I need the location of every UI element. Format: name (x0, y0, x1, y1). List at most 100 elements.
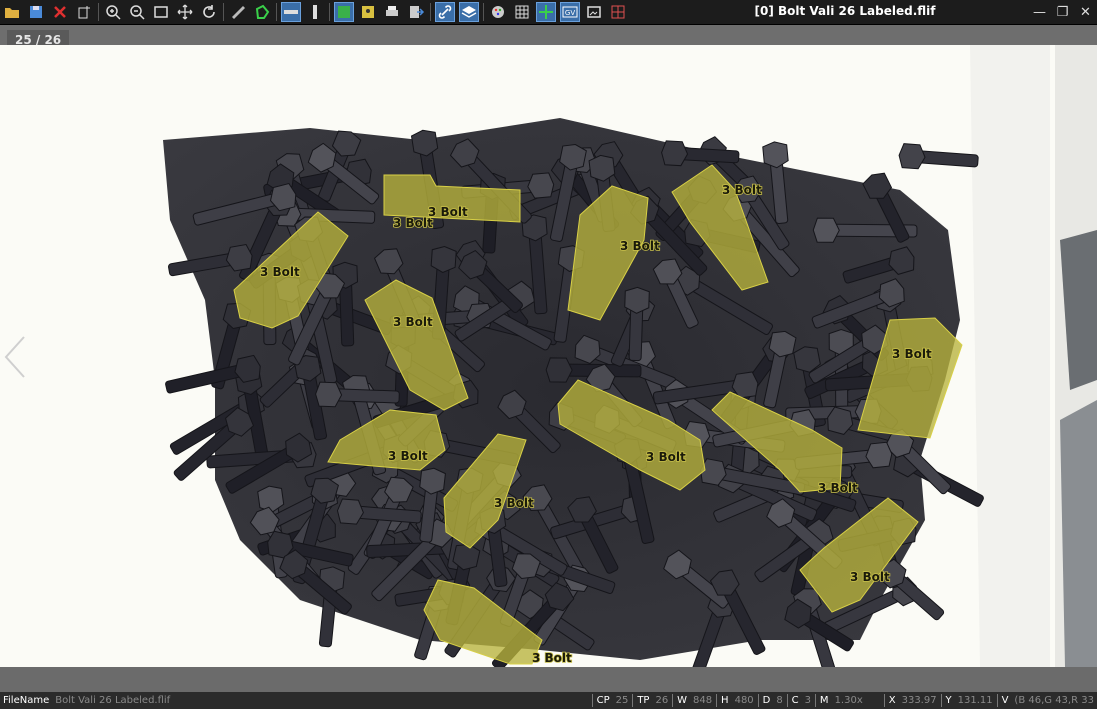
fit-window-button[interactable] (151, 2, 171, 22)
annotation-label: 3 Bolt (388, 449, 428, 463)
window-controls: — ❐ ✕ (1028, 0, 1097, 24)
horizontal-strip-icon (284, 10, 298, 14)
toolbar-separator (483, 3, 484, 21)
vertical-strip-button[interactable] (305, 2, 325, 22)
close-file-button[interactable] (50, 2, 70, 22)
x-value: 333.97 (901, 695, 937, 706)
ruler-button[interactable] (228, 2, 248, 22)
cp-label: CP (596, 695, 610, 706)
save-button[interactable] (26, 2, 46, 22)
width-value: 848 (693, 695, 713, 706)
value-label: V (1001, 695, 1009, 706)
target-grid-icon (611, 5, 625, 19)
annotation-label: 3 Bolt (892, 347, 932, 361)
viewer-footer (0, 667, 1097, 692)
vertical-strip-icon (313, 5, 317, 19)
photo-right-object (1060, 400, 1097, 667)
zoom-out-icon (130, 5, 145, 20)
image-view-button[interactable] (334, 2, 354, 22)
annotation-label: 3 Bolt (260, 265, 300, 279)
title-bar: GV [0] Bolt Vali 26 Labeled.flif — ❐ ✕ (0, 0, 1097, 25)
pixel-value: (B 46,G 43,R 33 (1014, 695, 1094, 706)
polygon-tool-icon (255, 4, 270, 19)
target-grid-button[interactable] (608, 2, 628, 22)
annotation-label: 3 Bolt (532, 651, 572, 665)
channels-label: C (791, 695, 799, 706)
filename-label: FileName (3, 695, 50, 706)
tp-value: 26 (655, 695, 669, 706)
toolbar: GV (2, 2, 632, 22)
image-canvas[interactable]: 3 Bolt 3 Bolt 3 Bolt 3 Bolt 3 Bolt 3 Bolt 3 Bo… (0, 45, 1097, 667)
map-marker-icon (362, 6, 374, 18)
tp-label: TP (637, 695, 650, 706)
gv-button[interactable]: GV (560, 2, 580, 22)
toolbar-separator (276, 3, 277, 21)
layers-icon (461, 6, 477, 18)
filename-value: Bolt Vali 26 Labeled.flif (55, 695, 171, 706)
layers-button[interactable] (459, 2, 479, 22)
annotation-label: 3 Bolt (393, 315, 433, 329)
svg-text:GV: GV (565, 9, 575, 17)
annotation-label: 3 Bolt (428, 205, 468, 219)
rotate-button[interactable] (199, 2, 219, 22)
open-folder-icon (5, 8, 19, 18)
grid-button[interactable] (512, 2, 532, 22)
screen-button[interactable] (584, 2, 604, 22)
screen-icon (587, 6, 601, 18)
previous-image-arrow-icon[interactable] (2, 335, 26, 379)
restore-button[interactable]: ❐ (1051, 0, 1074, 24)
grid-icon (515, 5, 529, 19)
annotation-label: 3 Bolt (850, 570, 890, 584)
y-label: Y (945, 695, 952, 706)
ruler-icon (232, 6, 245, 19)
toolbar-separator (329, 3, 330, 21)
info-bar (0, 25, 1097, 45)
polygon-tool-button[interactable] (252, 2, 272, 22)
cp-value: 25 (615, 695, 629, 706)
window-title: [0] Bolt Vali 26 Labeled.flif (754, 4, 936, 18)
pan-icon (177, 4, 193, 20)
annotation-label: 3 Bolt (722, 183, 762, 197)
close-button[interactable]: ✕ (1074, 0, 1097, 24)
channels-value: 3 (804, 695, 811, 706)
print-button[interactable] (382, 2, 402, 22)
horizontal-strip-button[interactable] (281, 2, 301, 22)
depth-value: 8 (776, 695, 783, 706)
depth-label: D (762, 695, 771, 706)
width-label: W (677, 695, 688, 706)
x-label: X (888, 695, 896, 706)
open-folder-button[interactable] (2, 2, 22, 22)
save-icon (30, 6, 42, 18)
palette-button[interactable] (488, 2, 508, 22)
gv-icon: GV (562, 6, 578, 18)
toolbar-separator (98, 3, 99, 21)
y-value: 131.11 (957, 695, 993, 706)
print-icon (386, 6, 398, 16)
status-bar: FileName Bolt Vali 26 Labeled.flif CP 25… (0, 692, 1097, 709)
export-button[interactable] (406, 2, 426, 22)
export-icon (410, 6, 425, 18)
palette-icon (492, 6, 504, 18)
zoom-in-icon (106, 5, 121, 20)
crosshair-button[interactable] (536, 2, 556, 22)
fit-window-icon (154, 6, 168, 18)
annotation-label: 3 Bolt (494, 496, 534, 510)
close-file-icon (54, 6, 66, 18)
pan-button[interactable] (175, 2, 195, 22)
rotate-page-icon (78, 6, 90, 19)
map-marker-button[interactable] (358, 2, 378, 22)
minimize-button[interactable]: — (1028, 0, 1051, 24)
annotation-label: 3 Bolt (818, 481, 858, 495)
zoom-out-button[interactable] (127, 2, 147, 22)
zoom-in-button[interactable] (103, 2, 123, 22)
photo-edge (970, 45, 1050, 667)
crosshair-icon (539, 5, 553, 19)
height-value: 480 (734, 695, 754, 706)
link-icon (438, 5, 452, 19)
magnification-value: 1.30x (834, 695, 863, 706)
link-button[interactable] (435, 2, 455, 22)
rotate-icon (203, 5, 215, 18)
rotate-page-button[interactable] (74, 2, 94, 22)
magnification-label: M (819, 695, 829, 706)
image-viewport[interactable]: 3 Bolt 3 Bolt 3 Bolt 3 Bolt 3 Bolt 3 Bolt 3 Bo… (0, 45, 1097, 667)
